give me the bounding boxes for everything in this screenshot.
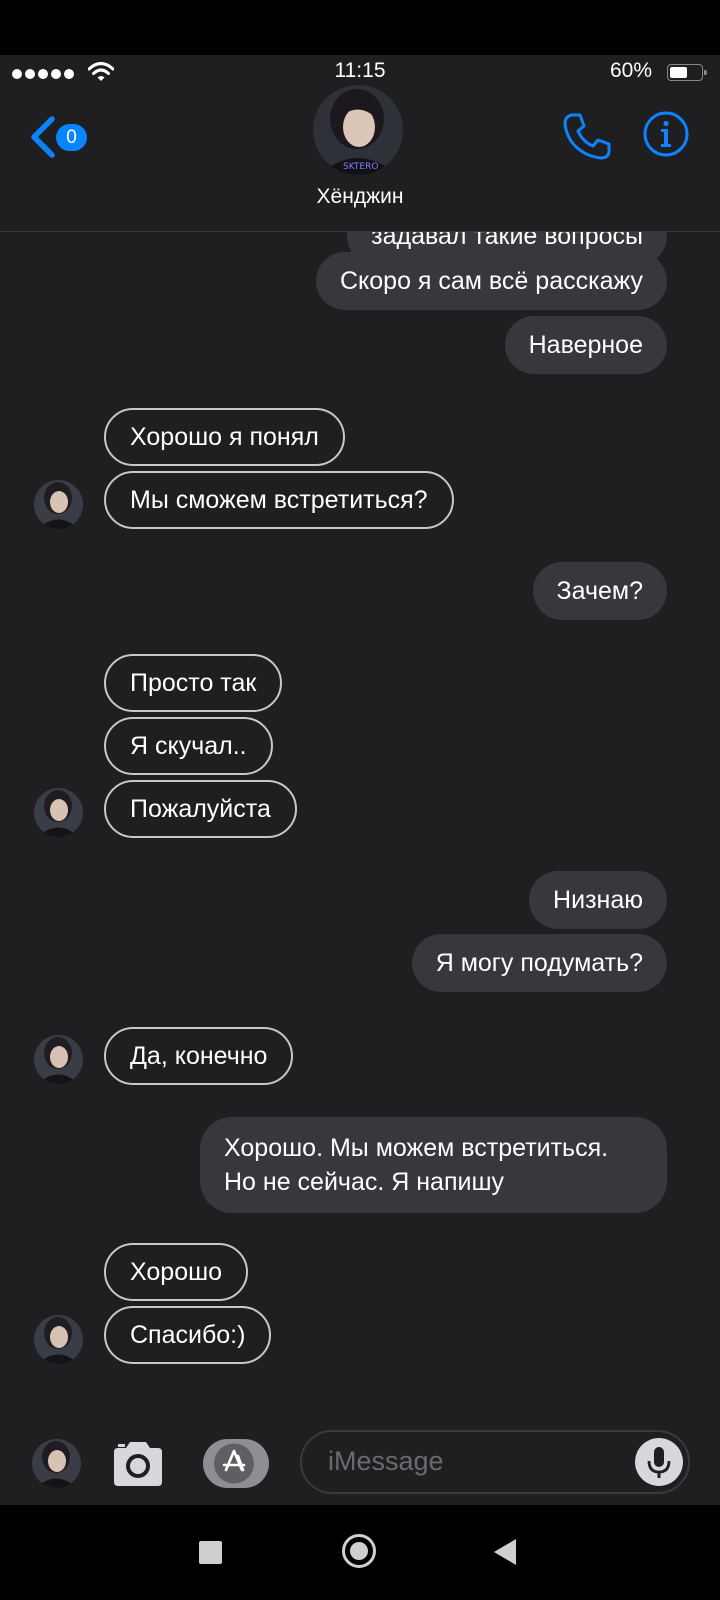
microphone-icon [647, 1447, 671, 1478]
contact-avatar[interactable]: SKTERO [313, 85, 403, 175]
chevron-left-icon [31, 116, 55, 158]
chat-screen: задавал такие вопросы Скоро я сам всё ра… [0, 55, 720, 1505]
message-bubble-in[interactable]: Пожалуйста [104, 780, 297, 838]
camera-button[interactable] [110, 1440, 166, 1488]
battery-icon [667, 64, 707, 81]
message-bubble-out[interactable]: Хорошо. Мы можем встретиться. Но не сейч… [200, 1117, 667, 1213]
message-bubble-out[interactable]: Скоро я сам всё расскажу [315, 252, 667, 310]
message-bubble-in[interactable]: Мы сможем встретиться? [104, 471, 454, 529]
message-bubble-in[interactable]: Просто так [104, 654, 283, 712]
contact-avatar-small[interactable] [34, 788, 83, 837]
imessage-placeholder: iMessage [328, 1446, 444, 1476]
recents-button[interactable] [199, 1541, 222, 1564]
phone-icon [563, 113, 611, 160]
message-bubble-out[interactable]: Зачем? [532, 562, 667, 620]
message-bubble-out[interactable]: Я могу подумать? [411, 934, 667, 992]
memoji-button[interactable] [32, 1439, 81, 1488]
contact-name[interactable]: Хёнджин [0, 185, 720, 209]
contact-avatar-small[interactable] [34, 1315, 83, 1364]
camera-icon [114, 1442, 162, 1486]
call-button[interactable] [562, 111, 612, 161]
mic-button[interactable] [635, 1438, 683, 1486]
message-list[interactable]: задавал такие вопросы Скоро я сам всё ра… [0, 55, 720, 1505]
system-nav-bar [0, 1505, 720, 1600]
unread-badge: 0 [56, 124, 87, 151]
app-store-button[interactable] [203, 1439, 269, 1488]
contact-avatar-small[interactable] [34, 480, 83, 529]
home-button[interactable] [342, 1534, 376, 1568]
svg-text:SKTERO: SKTERO [343, 162, 378, 172]
info-button[interactable] [643, 111, 689, 157]
status-bar: 11:15 60% [0, 55, 720, 91]
compose-bar: iMessage [0, 1390, 720, 1505]
contact-avatar-small[interactable] [34, 1035, 83, 1084]
message-bubble-out[interactable]: Низнаю [529, 871, 667, 929]
message-bubble-out[interactable]: Наверное [504, 316, 667, 374]
message-bubble-in[interactable]: Спасибо:) [104, 1306, 272, 1364]
imessage-input[interactable]: iMessage [300, 1430, 690, 1494]
message-bubble-in[interactable]: Хорошо [104, 1243, 249, 1301]
message-bubble-in[interactable]: Хорошо я понял [104, 408, 345, 466]
message-bubble-in[interactable]: Да, конечно [104, 1027, 294, 1085]
app-store-icon [214, 1443, 254, 1484]
message-bubble-in[interactable]: Я скучал.. [104, 717, 273, 775]
info-icon [643, 111, 689, 157]
battery-percent: 60% [609, 59, 652, 82]
system-back-button[interactable] [494, 1539, 516, 1565]
back-button[interactable]: 0 [28, 113, 92, 163]
